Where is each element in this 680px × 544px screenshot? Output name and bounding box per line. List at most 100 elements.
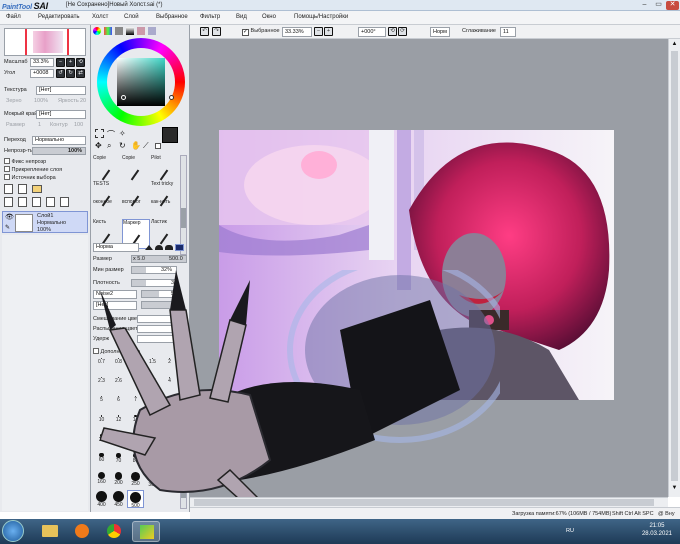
layer-mode: Нормально <box>37 220 67 226</box>
magic-wand-icon[interactable]: ✧ <box>119 129 126 138</box>
brush-mode-select[interactable]: Норма <box>93 243 139 252</box>
rotate-right-icon[interactable]: ⟳ <box>398 27 407 36</box>
flip-icon[interactable]: ⇄ <box>76 69 85 78</box>
taskbar-chrome[interactable] <box>100 521 128 542</box>
wet-size-label: Размер <box>6 122 25 128</box>
taskbar-explorer[interactable] <box>36 521 64 542</box>
texture-select[interactable]: [Нет] <box>36 86 86 95</box>
scale-field[interactable]: 33.3% <box>30 58 54 67</box>
transparent-color-swatch[interactable] <box>155 143 161 149</box>
menu-settings[interactable]: Помощь/Настройки <box>294 14 348 23</box>
brightness-label: Яркость <box>58 98 79 104</box>
copy-layer-icon[interactable] <box>4 197 13 207</box>
vertical-scroll-thumb[interactable] <box>671 51 678 481</box>
zoom-in-icon[interactable]: + <box>324 27 333 36</box>
rotate-ccw-icon[interactable]: ↺ <box>56 69 65 78</box>
vertical-scrollbar[interactable]: ▲ ▼ <box>668 39 680 497</box>
start-button[interactable] <box>2 520 24 542</box>
fix-opacity-checkbox[interactable]: Фикс непрозр <box>4 158 46 165</box>
new-layer-icon[interactable] <box>4 184 13 194</box>
rect-select-icon[interactable] <box>95 129 104 138</box>
tip-sharp-icon[interactable] <box>145 245 153 250</box>
clock[interactable]: 21:05 28.03.2021 <box>642 522 672 538</box>
smoothing-label: Сглаживание <box>462 28 496 34</box>
hand-illustration <box>100 270 500 517</box>
smoothing-field[interactable]: 11 <box>500 27 516 37</box>
blend-mode-field[interactable]: Норм <box>430 27 450 37</box>
tool-scrollbar[interactable] <box>180 155 187 255</box>
zoom-plus-icon[interactable]: + <box>66 58 75 67</box>
blend-select[interactable]: Нормально <box>32 136 86 145</box>
menu-edit[interactable]: Редактировать <box>38 14 79 23</box>
horizontal-scroll-thumb[interactable] <box>194 499 654 506</box>
zoom-field[interactable]: 33.33% <box>282 27 312 37</box>
zoom-tool-icon[interactable]: ⌕ <box>107 141 111 151</box>
new-folder-icon[interactable] <box>32 185 42 193</box>
redo-icon[interactable]: ↷ <box>212 27 221 36</box>
rotate-left-icon[interactable]: ⟲ <box>388 27 397 36</box>
zoom-reset-icon[interactable]: ⟲ <box>76 58 85 67</box>
eye-icon[interactable]: 👁 <box>5 214 14 222</box>
taskbar-paint-tool-sai[interactable] <box>132 521 160 542</box>
tool-helper[interactable]: вспомог <box>122 199 150 221</box>
menu-layer[interactable]: Слой <box>124 14 139 23</box>
zoom-out-icon[interactable]: − <box>314 27 323 36</box>
swatch-icon[interactable] <box>137 27 145 35</box>
pen-mode: @ Вну <box>658 511 675 517</box>
rgb-slider-icon[interactable] <box>104 27 112 35</box>
brightness-value: 20 <box>80 98 87 104</box>
wet-edge-label: Мокрый край <box>4 111 38 117</box>
color-picker-handle[interactable] <box>121 95 126 100</box>
wet-edge-select[interactable]: [Нет] <box>36 110 86 119</box>
color-wheel-mode-icon[interactable] <box>93 27 101 35</box>
tip-flat-icon[interactable] <box>175 244 184 251</box>
menu-filter[interactable]: Фильтр <box>200 14 220 23</box>
maximize-button[interactable]: ▭ <box>652 1 665 10</box>
rotate-cw-icon[interactable]: ↻ <box>66 69 75 78</box>
menu-file[interactable]: Файл <box>6 14 21 23</box>
clear-layer-icon[interactable] <box>46 197 55 207</box>
lasso-icon[interactable]: ⌒ <box>107 129 115 140</box>
tool-window[interactable]: оконное <box>93 199 121 221</box>
layer-item[interactable]: 👁 ✎ Слой1 Нормально 100% <box>2 211 88 233</box>
hand-icon[interactable]: ✋ <box>131 141 141 150</box>
primary-color-swatch[interactable] <box>162 127 178 143</box>
rotate-tool-icon[interactable]: ↻ <box>119 141 126 150</box>
memory-usage: Загрузка памяти:67% (106MB / 754MB) <box>512 511 612 517</box>
selection-toggle[interactable]: ✓ Выбранное <box>242 28 280 37</box>
scroll-up-icon[interactable]: ▲ <box>670 41 679 49</box>
close-button[interactable]: ✕ <box>666 1 679 10</box>
angle-field[interactable]: +0008 <box>30 69 54 78</box>
scroll-down-icon[interactable]: ▼ <box>670 485 679 493</box>
size-label: Размер <box>93 256 112 262</box>
rotation-field[interactable]: +000° <box>358 27 386 37</box>
taskbar-media-player[interactable] <box>68 521 96 542</box>
merge-visible-icon[interactable] <box>32 197 41 207</box>
language-indicator[interactable]: RU <box>566 528 574 534</box>
layer-buttons-row-2 <box>4 197 86 209</box>
hsv-slider-icon[interactable] <box>115 27 123 35</box>
undo-icon[interactable]: ↶ <box>200 27 209 36</box>
menu-canvas[interactable]: Холст <box>92 14 108 23</box>
canvas-toolbar: ↶ ↷ ✓ Выбранное 33.33% − + +000° ⟲ ⟳ Нор… <box>190 25 680 39</box>
menu-selection[interactable]: Выбранное <box>156 14 188 23</box>
zoom-minus-icon[interactable]: − <box>56 58 65 67</box>
clip-layer-checkbox[interactable]: Прикрепление слоя <box>4 166 62 173</box>
menu-window[interactable]: Окно <box>262 14 276 23</box>
selection-source-checkbox[interactable]: Источник выбора <box>4 174 56 181</box>
hue-handle[interactable] <box>169 95 174 100</box>
horizontal-scrollbar[interactable] <box>190 497 668 507</box>
new-linework-layer-icon[interactable] <box>18 184 27 194</box>
tip-soft-icon[interactable] <box>165 245 173 250</box>
merge-down-icon[interactable] <box>18 197 27 207</box>
gradation-icon[interactable] <box>126 27 134 35</box>
tool-somehow[interactable]: как-нить <box>151 199 179 221</box>
tip-round-icon[interactable] <box>155 245 163 250</box>
move-icon[interactable]: ✥ <box>95 141 102 150</box>
navigator-preview[interactable] <box>4 28 86 56</box>
eyedropper-icon[interactable]: ⟋ <box>143 141 149 151</box>
scratchpad-icon[interactable] <box>148 27 156 35</box>
menu-view[interactable]: Вид <box>236 14 247 23</box>
delete-layer-icon[interactable] <box>60 197 69 207</box>
minimize-button[interactable]: – <box>638 1 651 10</box>
